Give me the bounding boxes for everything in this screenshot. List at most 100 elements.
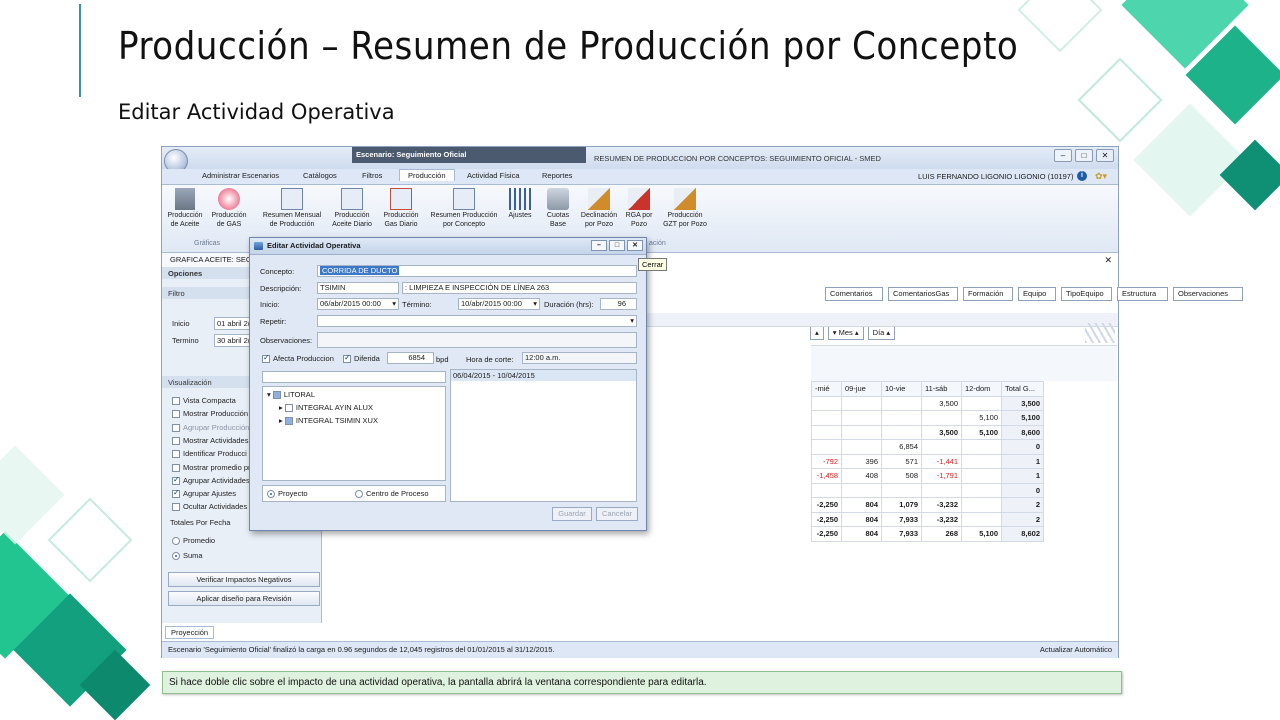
- date-range-list[interactable]: 06/04/2015 - 10/04/2015: [450, 369, 637, 502]
- column-button[interactable]: Formación: [963, 287, 1013, 301]
- grid-cell[interactable]: [881, 395, 922, 411]
- help-icon[interactable]: i: [1077, 171, 1087, 181]
- btn-cuotas-base[interactable]: Cuotas Base: [543, 188, 573, 229]
- grid-header-cell[interactable]: 09-jue: [841, 381, 882, 397]
- grid-cell[interactable]: [811, 395, 842, 411]
- tree-search-input[interactable]: [262, 371, 446, 383]
- table-row[interactable]: -2,250 804 7,933 -3,232 2: [811, 511, 1044, 527]
- grid-cell[interactable]: -792: [811, 453, 842, 469]
- grid-cell[interactable]: 396: [841, 453, 882, 469]
- grid-cell[interactable]: [881, 410, 922, 426]
- btn-aceite-diario[interactable]: Producción Aceite Diario: [330, 188, 374, 229]
- grid-cell[interactable]: 7,933: [881, 526, 922, 542]
- grid-cell[interactable]: [961, 482, 1002, 498]
- status-right[interactable]: Actualizar Automático: [1040, 642, 1112, 658]
- grid-cell[interactable]: 3,500: [921, 424, 962, 440]
- table-row[interactable]: 6,854 0: [811, 439, 1044, 455]
- grid-cell[interactable]: [921, 439, 962, 455]
- viz-option[interactable]: Agrupar Actividades: [172, 475, 250, 485]
- grid-cell[interactable]: 508: [881, 468, 922, 484]
- tree-node-litoral[interactable]: ▾ LITORAL: [267, 390, 315, 400]
- viz-option[interactable]: Identificar Producci: [172, 449, 247, 459]
- repetir-select[interactable]: ▾: [317, 315, 637, 327]
- btn-resumen-concepto[interactable]: Resumen Producción por Concepto: [427, 188, 501, 229]
- tab-reportes[interactable]: Reportes: [542, 171, 572, 180]
- grid-cell[interactable]: -2,250: [811, 511, 842, 527]
- grid-header-cell[interactable]: Total G...: [1001, 381, 1044, 397]
- grid-cell[interactable]: [841, 424, 882, 440]
- table-row[interactable]: 3,500 5,100 8,600: [811, 424, 1044, 440]
- column-button[interactable]: Estructura: [1117, 287, 1168, 301]
- grid-cell[interactable]: 3,500: [921, 395, 962, 411]
- column-button[interactable]: Equipo: [1018, 287, 1056, 301]
- grid-cell[interactable]: [961, 395, 1002, 411]
- grid-cell[interactable]: [961, 468, 1002, 484]
- btn-gzt-pozo[interactable]: Producción GZT por Pozo: [660, 188, 710, 229]
- grid-cell[interactable]: 268: [921, 526, 962, 542]
- grid-cell[interactable]: [921, 410, 962, 426]
- table-row[interactable]: 5,100 5,100: [811, 410, 1044, 426]
- grid-cell[interactable]: -1,458: [811, 468, 842, 484]
- descripcion-text[interactable]: : LIMPIEZA E INSPECCIÓN DE LÍNEA 263: [402, 282, 637, 294]
- grid-cell[interactable]: 804: [841, 497, 882, 513]
- tab-catalogos[interactable]: Catálogos: [303, 171, 337, 180]
- grid-cell[interactable]: -3,232: [921, 511, 962, 527]
- tab-filtros[interactable]: Filtros: [362, 171, 382, 180]
- btn-declinacion[interactable]: Declinación por Pozo: [577, 188, 621, 229]
- grid-cell[interactable]: [811, 424, 842, 440]
- btn-produccion-gas[interactable]: Producción de GAS: [209, 188, 249, 229]
- grid-cell[interactable]: 5,100: [1001, 410, 1044, 426]
- btn-rga-pozo[interactable]: RGA por Pozo: [623, 188, 655, 229]
- column-button[interactable]: Observaciones: [1173, 287, 1243, 301]
- afecta-checkbox[interactable]: Afecta Produccion: [262, 353, 334, 364]
- grid-header-cell[interactable]: 12-dom: [961, 381, 1002, 397]
- radio-promedio[interactable]: Promedio: [172, 536, 215, 546]
- table-row[interactable]: 3,500 3,500: [811, 395, 1044, 411]
- table-row[interactable]: -792 396 571 -1,441 1: [811, 453, 1044, 469]
- grid-cell[interactable]: [841, 439, 882, 455]
- viz-option[interactable]: Agrupar Producción: [172, 423, 249, 432]
- radio-proyecto[interactable]: Proyecto: [267, 489, 308, 499]
- grid-cell[interactable]: 2: [1001, 511, 1044, 527]
- grid-cell[interactable]: [961, 453, 1002, 469]
- viz-option[interactable]: Mostrar Producción: [172, 409, 248, 419]
- btn-gas-diario[interactable]: Producción Gas Diario: [380, 188, 422, 229]
- grid-cell[interactable]: -2,250: [811, 526, 842, 542]
- grid-cell[interactable]: 8,600: [1001, 424, 1044, 440]
- aplicar-button[interactable]: Aplicar diseño para Revisión: [168, 591, 320, 606]
- grid-cell[interactable]: -3,232: [921, 497, 962, 513]
- grid-cell[interactable]: 7,933: [881, 511, 922, 527]
- concepto-select[interactable]: CORRIDA DE DUCTO: [317, 265, 637, 277]
- tree-node-tsimin-xux[interactable]: ▸ INTEGRAL TSIMIN XUX: [279, 416, 378, 426]
- column-button[interactable]: Comentarios: [825, 287, 883, 301]
- grid-cell[interactable]: 5,100: [961, 424, 1002, 440]
- group-btn-mes[interactable]: ▾ Mes ▴: [827, 326, 864, 340]
- close-icon[interactable]: ✕: [1096, 149, 1114, 162]
- grid-cell[interactable]: [961, 497, 1002, 513]
- grid-cell[interactable]: 6,854: [881, 439, 922, 455]
- descripcion-code[interactable]: TSIMIN: [317, 282, 399, 294]
- group-btn-left[interactable]: ▴: [810, 326, 824, 340]
- grid-cell[interactable]: -1,441: [921, 453, 962, 469]
- radio-suma[interactable]: Suma: [172, 551, 203, 561]
- diferida-checkbox[interactable]: Diferida: [343, 353, 380, 364]
- grid-cell[interactable]: [841, 482, 882, 498]
- group-btn-dia[interactable]: Día ▴: [867, 326, 896, 340]
- bottom-tab[interactable]: Proyección: [165, 626, 215, 639]
- grid-header-cell[interactable]: 11-sáb: [921, 381, 962, 397]
- grid-cell[interactable]: 804: [841, 511, 882, 527]
- dialog-close-icon[interactable]: ✕: [627, 240, 643, 251]
- btn-ajustes[interactable]: Ajustes: [505, 188, 535, 221]
- tab-administrar[interactable]: Administrar Escenarios: [202, 171, 279, 180]
- termino-date-input[interactable]: 10/abr/2015 00:00 ▾: [458, 298, 540, 310]
- grid-cell[interactable]: 8,602: [1001, 526, 1044, 542]
- dialog-maximize-icon[interactable]: □: [609, 240, 625, 251]
- tree-node-ayin-alux[interactable]: ▸ INTEGRAL AYIN ALUX: [279, 403, 373, 413]
- radio-centro[interactable]: Centro de Proceso: [355, 489, 429, 499]
- diferida-input[interactable]: 6854: [387, 352, 434, 364]
- grid-cell[interactable]: -2,250: [811, 497, 842, 513]
- grid-cell[interactable]: [961, 511, 1002, 527]
- hora-input[interactable]: 12:00 a.m.: [522, 352, 637, 364]
- grid-cell[interactable]: [811, 482, 842, 498]
- dropdown-icon[interactable]: ▾: [392, 299, 396, 309]
